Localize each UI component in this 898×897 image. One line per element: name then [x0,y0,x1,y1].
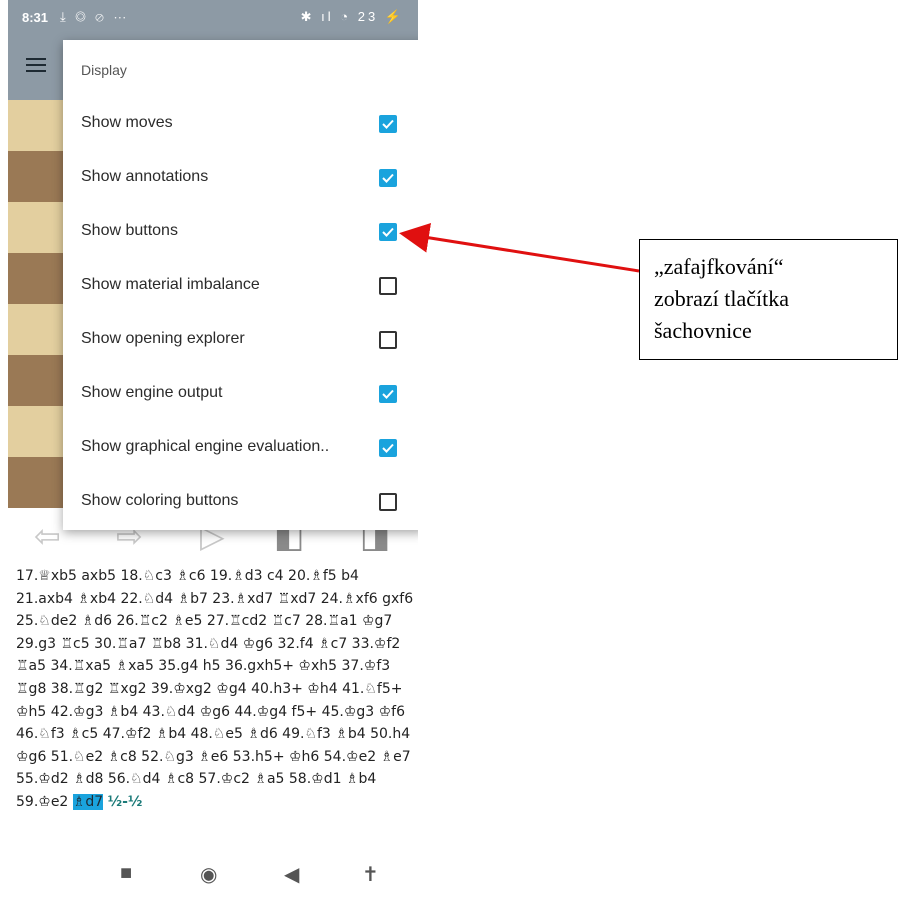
callout-line: šachovnice [654,318,752,343]
callout-box: „zafajfkování“ zobrazí tlačítka šachovni… [639,239,898,360]
callout-line: „zafajfkování“ [654,254,784,279]
annotation-arrow [399,222,640,273]
callout-line: zobrazí tlačítka [654,286,789,311]
